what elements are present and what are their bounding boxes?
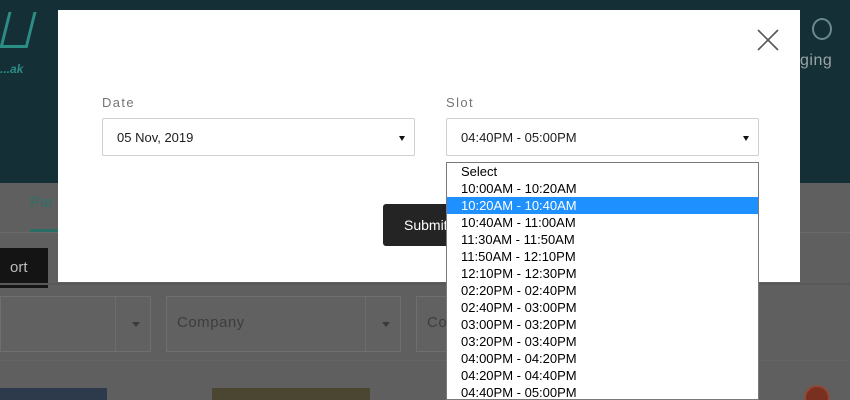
- filter-select-1: [0, 296, 151, 352]
- slot-option[interactable]: 02:40PM - 03:00PM: [447, 299, 758, 316]
- filter-select-company: Company: [166, 296, 401, 352]
- slot-option[interactable]: 12:10PM - 12:30PM: [447, 265, 758, 282]
- card-thumbnail: [212, 388, 370, 400]
- slot-option[interactable]: 04:40PM - 05:00PM: [447, 384, 758, 399]
- messaging-label: ging: [800, 52, 833, 69]
- date-select[interactable]: 05 Nov, 2019: [102, 118, 415, 156]
- export-button: ort: [0, 248, 48, 288]
- logo-text: ...ak: [0, 62, 24, 76]
- chevron-down-icon: [382, 322, 390, 327]
- close-icon-glyph: [757, 29, 779, 51]
- slot-option[interactable]: 04:20PM - 04:40PM: [447, 367, 758, 384]
- slot-option[interactable]: 03:00PM - 03:20PM: [447, 316, 758, 333]
- logo-mark: [0, 12, 37, 48]
- filter-select-label: Co: [427, 314, 448, 331]
- slot-option[interactable]: 04:00PM - 04:20PM: [447, 350, 758, 367]
- tab-partial: Par: [30, 194, 54, 211]
- slot-option[interactable]: 03:20PM - 03:40PM: [447, 333, 758, 350]
- brand-logo: ...ak: [0, 6, 38, 88]
- slot-options-list[interactable]: Select 10:00AM - 10:20AM 10:20AM - 10:40…: [446, 162, 759, 400]
- caret-down-icon: [399, 136, 405, 141]
- slot-option[interactable]: 11:50AM - 12:10PM: [447, 248, 758, 265]
- date-label: Date: [102, 95, 136, 110]
- chevron-down-icon: [132, 322, 140, 327]
- date-select-value: 05 Nov, 2019: [117, 130, 194, 145]
- messaging-icon: [812, 18, 832, 40]
- card-thumbnail: [0, 388, 107, 400]
- slot-label: Slot: [446, 95, 475, 110]
- filter-select-label: Company: [177, 314, 245, 331]
- slot-option-highlighted[interactable]: 10:20AM - 10:40AM: [447, 197, 758, 214]
- slot-option[interactable]: 10:40AM - 11:00AM: [447, 214, 758, 231]
- slot-option[interactable]: Select: [447, 163, 758, 180]
- filter-divider: [365, 297, 366, 351]
- slot-option[interactable]: 11:30AM - 11:50AM: [447, 231, 758, 248]
- submit-button[interactable]: Submit: [383, 204, 453, 246]
- slot-option[interactable]: 02:20PM - 02:40PM: [447, 282, 758, 299]
- slot-select-value: 04:40PM - 05:00PM: [461, 130, 577, 145]
- close-icon[interactable]: [754, 26, 782, 54]
- slot-select[interactable]: 04:40PM - 05:00PM: [446, 118, 759, 156]
- filter-divider: [115, 297, 116, 351]
- slot-option[interactable]: 10:00AM - 10:20AM: [447, 180, 758, 197]
- caret-down-icon: [743, 136, 749, 141]
